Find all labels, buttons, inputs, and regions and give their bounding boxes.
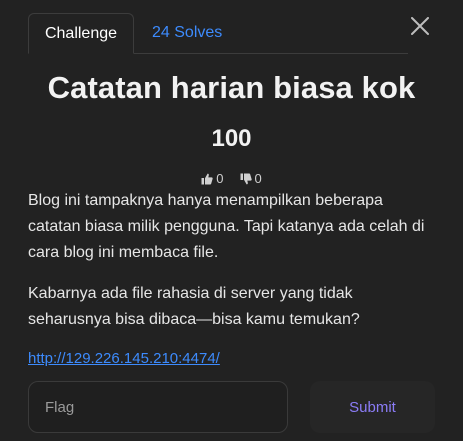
thumbs-down-icon (240, 173, 252, 184)
description-paragraph: Blog ini tampaknya hanya menampilkan beb… (28, 192, 425, 261)
challenge-modal: Challenge 24 Solves Catatan harian biasa… (0, 0, 463, 441)
vote-bar: 0 0 (0, 171, 463, 186)
challenge-link[interactable]: http://129.226.145.210:4474/ (28, 350, 220, 367)
challenge-title: Catatan harian biasa kok (47, 70, 416, 105)
close-button[interactable] (404, 10, 436, 42)
tab-challenge[interactable]: Challenge (28, 13, 134, 54)
challenge-points: 100 (211, 125, 252, 152)
tab-bar: Challenge 24 Solves (28, 13, 408, 54)
dislike-count: 0 (254, 171, 262, 186)
thumbs-up-icon (201, 173, 213, 184)
flag-input[interactable] (28, 381, 288, 433)
close-icon (411, 17, 429, 35)
description-paragraph: Kabarnya ada file rahasia di server yang… (28, 285, 360, 328)
like-button[interactable]: 0 (201, 171, 224, 186)
tab-solves[interactable]: 24 Solves (136, 13, 238, 54)
like-count: 0 (216, 171, 224, 186)
submit-button[interactable]: Submit (310, 381, 435, 433)
dislike-button[interactable]: 0 (240, 171, 262, 186)
